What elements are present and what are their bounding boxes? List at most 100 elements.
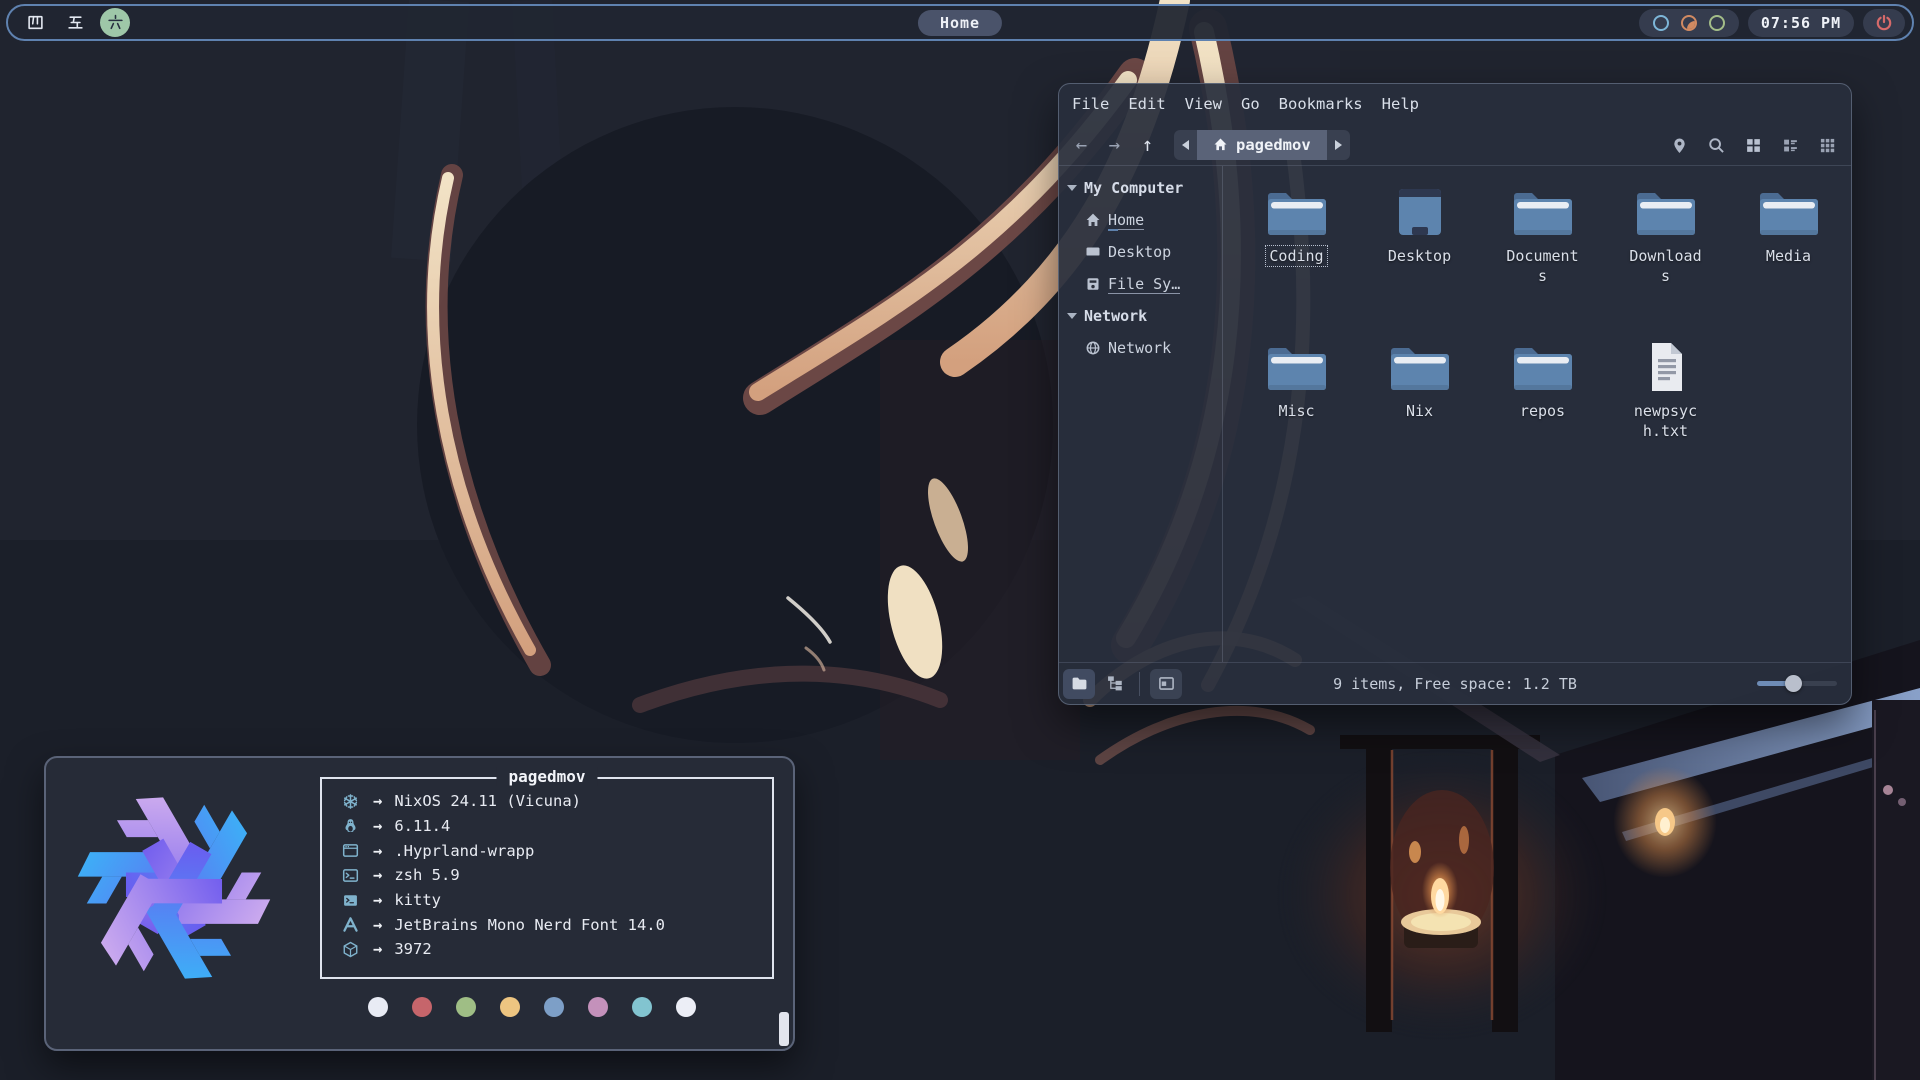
zoom-slider[interactable] [1757,674,1837,694]
statusbar-separator [1139,672,1140,696]
expander-triangle-icon[interactable] [1067,313,1077,319]
palette-dot-3 [500,997,520,1017]
file-label: Misc [1274,400,1318,422]
top-bar: Home 07:56 PM [6,4,1914,41]
file-label: repos [1516,400,1569,422]
system-indicators[interactable] [1639,9,1739,37]
sidebar-section-network[interactable]: Network [1059,300,1222,332]
side-pane-toggle-button[interactable] [1150,669,1182,699]
font-icon [342,916,359,933]
arrow-icon: → [373,891,382,909]
menu-file[interactable]: File [1072,95,1109,113]
workspace-4-glyph [27,14,44,31]
expander-triangle-icon[interactable] [1067,185,1077,191]
sidebar-item-desktop[interactable]: Desktop [1059,236,1222,268]
arrow-icon: → [373,916,382,934]
tree-pane-button[interactable] [1099,669,1131,699]
file-label: Desktop [1384,245,1455,267]
file-item-coding[interactable]: Coding [1235,172,1358,327]
breadcrumb-scroll-right[interactable] [1327,130,1350,160]
sidebar-item-network[interactable]: Network [1059,332,1222,364]
linux-kernel-icon [342,818,359,835]
fetch-line-wm: → .Hyprland-wrapp [339,838,764,863]
workspace-6-active[interactable] [100,8,130,37]
search-button[interactable] [1704,133,1728,157]
menu-go[interactable]: Go [1241,95,1260,113]
fetch-packages-value: 3972 [394,940,431,958]
workspace-4[interactable] [20,8,50,37]
location-button[interactable] [1667,133,1691,157]
file-item-desktop[interactable]: Desktop [1358,172,1481,327]
places-pane-button[interactable] [1063,669,1095,699]
terminal-scrollbar[interactable] [779,1012,789,1046]
fetch-kernel-value: 6.11.4 [394,817,450,835]
nixos-logo [68,782,280,994]
file-label-selected: Coding [1265,245,1327,267]
sidebar-section-label: Network [1084,307,1147,325]
status-bar: 9 items, Free space: 1.2 TB [1059,662,1851,704]
sidebar-item-file-system[interactable]: File Sy… [1059,268,1222,300]
arrow-icon: → [373,842,382,860]
icon-view-button[interactable] [1741,133,1765,157]
menu-bar: File Edit View Go Bookmarks Help [1059,84,1851,124]
fetch-shell-value: zsh 5.9 [394,866,459,884]
power-icon [1875,14,1893,32]
file-item-media[interactable]: Media [1727,172,1850,327]
file-manager-window[interactable]: File Edit View Go Bookmarks Help ← → ↑ p… [1058,83,1852,705]
search-icon [1708,137,1725,154]
indicator-cyan-ring-icon [1653,15,1669,31]
arrow-icon: → [373,792,382,810]
fetch-line-shell: → zsh 5.9 [339,863,764,888]
terminal-window[interactable]: pagedmov → NixOS 24.11 (Vicuna) → 6.11.4… [44,756,795,1051]
status-cluster: 07:56 PM [1639,9,1905,37]
file-item-misc[interactable]: Misc [1235,327,1358,482]
file-label: Documents [1499,245,1587,288]
terminal-icon [342,892,359,909]
back-button[interactable]: ← [1065,130,1098,160]
file-label: Downloads [1622,245,1710,288]
menu-view[interactable]: View [1185,95,1222,113]
terminal-color-palette [368,997,696,1017]
file-label: Nix [1402,400,1437,422]
active-window-title[interactable]: Home [918,10,1002,36]
breadcrumb-path-label: pagedmov [1236,136,1311,154]
slider-knob[interactable] [1785,675,1802,692]
desktop-folder-icon [1389,186,1451,238]
forward-button[interactable]: → [1098,130,1131,160]
menu-bookmarks[interactable]: Bookmarks [1279,95,1363,113]
fetch-hostname: pagedmov [496,767,597,786]
sidebar-section-label: My Computer [1084,179,1183,197]
fetch-line-packages: → 3972 [339,937,764,962]
palette-dot-6 [632,997,652,1017]
breadcrumb-home-segment[interactable]: pagedmov [1197,130,1327,160]
arrow-icon: → [373,940,382,958]
thumbnail-view-button[interactable] [1815,133,1839,157]
file-item-downloads[interactable]: Downloads [1604,172,1727,327]
compact-view-button[interactable] [1778,133,1802,157]
power-button[interactable] [1863,9,1905,37]
arrow-icon: → [373,866,382,884]
breadcrumb-scroll-left[interactable] [1174,130,1197,160]
sidebar-item-home[interactable]: Home [1059,204,1222,236]
clock[interactable]: 07:56 PM [1748,9,1854,37]
indicator-green-ring-icon [1709,15,1725,31]
folder-icon [1071,675,1088,692]
fetch-lines: → NixOS 24.11 (Vicuna) → 6.11.4 → .Hyprl… [339,789,764,962]
file-item-newpsych-txt[interactable]: newpsych.txt [1604,327,1727,482]
workspace-5[interactable] [60,8,90,37]
menu-edit[interactable]: Edit [1128,95,1165,113]
tree-view-icon [1107,675,1124,692]
file-item-repos[interactable]: repos [1481,327,1604,482]
file-item-documents[interactable]: Documents [1481,172,1604,327]
up-button[interactable]: ↑ [1131,130,1164,160]
workspace-5-glyph [67,14,84,31]
workspace-6-glyph [107,14,124,31]
file-item-nix[interactable]: Nix [1358,327,1481,482]
sidebar-section-my-computer[interactable]: My Computer [1059,172,1222,204]
menu-help[interactable]: Help [1382,95,1419,113]
folder-icon [1635,186,1697,238]
window-manager-icon [342,842,359,859]
desktop: Home 07:56 PM File Edit View Go Bookmark… [0,0,1920,1080]
file-label: Media [1762,245,1815,267]
desktop-icon [1085,244,1101,260]
